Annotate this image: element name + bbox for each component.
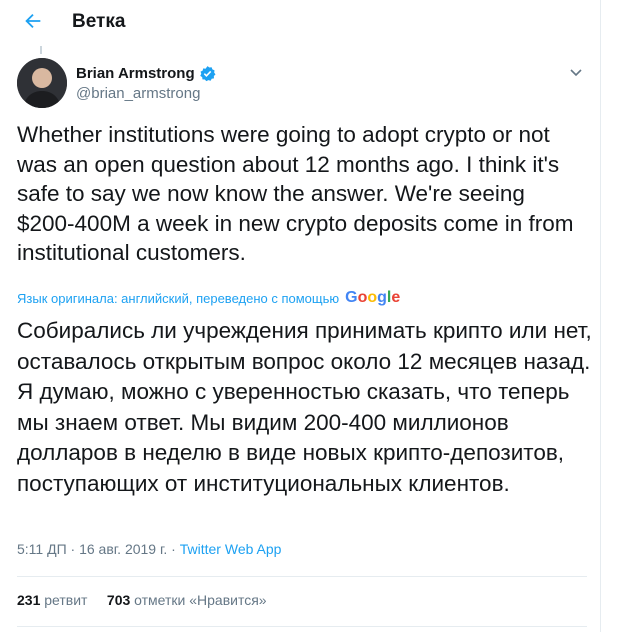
likes-label: отметки «Нравится» (134, 592, 267, 608)
thread-panel: Ветка Brian Armstrong @brian_armstrong W… (0, 0, 601, 632)
retweets-stat[interactable]: 231 ретвит (17, 592, 87, 608)
tweet-text-original: Whether institutions were going to adopt… (17, 122, 574, 265)
author-name[interactable]: Brian Armstrong (76, 65, 195, 82)
chevron-down-icon[interactable] (568, 66, 584, 80)
divider (17, 576, 587, 577)
thread-connector-line (40, 46, 42, 54)
tweet-text-translated: Собирались ли учреждения принимать крипт… (17, 318, 592, 496)
arrow-left-icon[interactable] (22, 10, 44, 32)
translation-note: Язык оригинала: английский, переведено с… (17, 289, 400, 307)
translation-note-link[interactable]: Язык оригинала: английский, переведено с… (17, 291, 339, 306)
likes-stat[interactable]: 703 отметки «Нравится» (107, 592, 267, 608)
retweets-count: 231 (17, 592, 41, 608)
retweets-label: ретвит (44, 592, 88, 608)
author-handle[interactable]: @brian_armstrong (76, 85, 200, 102)
page-header: Ветка (0, 0, 600, 46)
meta-separator: · (167, 541, 180, 557)
avatar[interactable] (17, 58, 67, 108)
google-logo: Google (345, 289, 401, 306)
avatar-image (17, 58, 67, 108)
verified-badge-icon (199, 66, 216, 82)
tweet-timestamp[interactable]: 5:11 ДП · 16 авг. 2019 г. (17, 541, 167, 557)
author-name-row: Brian Armstrong (76, 65, 216, 82)
divider (17, 626, 587, 627)
source-app-link[interactable]: Twitter Web App (180, 541, 282, 557)
page-title: Ветка (72, 11, 126, 32)
tweet-stats: 231 ретвит 703 отметки «Нравится» (17, 592, 267, 608)
likes-count: 703 (106, 592, 131, 608)
tweet-meta: 5:11 ДП · 16 авг. 2019 г. · Twitter Web … (17, 541, 281, 557)
